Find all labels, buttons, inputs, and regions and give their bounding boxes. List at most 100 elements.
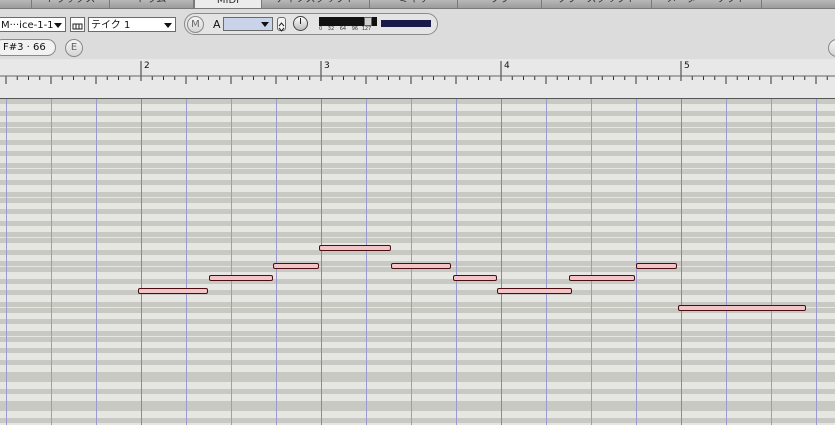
e-button[interactable]: E [65, 39, 83, 57]
keyboard-icon-button[interactable] [70, 17, 85, 32]
bar-line [681, 99, 682, 425]
tab-meter[interactable]: メーター・ソフト [652, 0, 762, 8]
pitch-row [0, 232, 835, 237]
stepper-arrows-icon [278, 22, 285, 32]
bar-line [141, 99, 142, 425]
note-readout: F#3 · 66 [0, 39, 56, 56]
value-stepper[interactable] [277, 17, 286, 32]
meter-scale: 0 32 64 96 127 [319, 26, 383, 33]
beat-line [636, 99, 637, 425]
midi-note[interactable] [273, 263, 319, 269]
pitch-row [0, 319, 835, 324]
pitch-row [0, 360, 835, 365]
tab-script[interactable]: ナイツスクリプト [262, 0, 370, 8]
midi-note[interactable] [138, 288, 208, 294]
tab-left-edge[interactable] [0, 0, 32, 8]
pitch-row [0, 331, 835, 336]
timeline-ruler[interactable]: 2 3 4 5 [0, 59, 835, 99]
velocity-slider-thumb[interactable] [364, 17, 372, 26]
pitch-row [0, 151, 835, 156]
beat-line [231, 99, 232, 425]
knob-indicator [300, 18, 301, 24]
pitch-row [0, 290, 835, 295]
midi-note[interactable] [678, 305, 806, 311]
beat-line [456, 99, 457, 425]
velocity-meter [319, 17, 377, 26]
pitch-row [0, 279, 835, 284]
keyboard-icon [72, 23, 83, 30]
pitch-row [0, 163, 835, 168]
velocity-level-bar [381, 20, 431, 27]
bar-number-2: 2 [144, 61, 150, 71]
tab-mixer[interactable]: ミキサ [370, 0, 458, 8]
tab-tracks[interactable]: トラックス [32, 0, 110, 8]
pitch-row [0, 192, 835, 197]
tab-bar: トラックス ドラム MIDI ナイツスクリプト ミキサ ワウ ワウ・スクリプト … [0, 0, 835, 9]
pitch-row [0, 250, 835, 255]
scale-0: 0 [319, 26, 323, 32]
pitch-row [0, 209, 835, 214]
pitch-row [0, 111, 835, 116]
pitch-row [0, 221, 835, 226]
chevron-down-icon [54, 23, 62, 28]
bar-number-4: 4 [504, 61, 510, 71]
midi-toolbar: M···ice-1-1 テイク 1 M A 0 32 64 96 127 [0, 9, 835, 37]
beat-line [726, 99, 727, 425]
scale-64: 64 [339, 26, 347, 32]
m-button[interactable]: M [187, 16, 204, 33]
beat-line [411, 99, 412, 425]
pitch-row [0, 169, 835, 174]
right-edge-button[interactable] [828, 39, 835, 57]
tab-wave[interactable]: ワウ [458, 0, 542, 8]
midi-note[interactable] [319, 245, 391, 251]
chevron-down-icon [261, 22, 269, 27]
scale-96: 96 [351, 26, 359, 32]
take-select[interactable]: テイク 1 [88, 17, 176, 32]
beat-line [771, 99, 772, 425]
pitch-row [0, 406, 835, 411]
pitch-row [0, 198, 835, 203]
pitch-row [0, 128, 835, 133]
beat-line [186, 99, 187, 425]
pitch-row [0, 337, 835, 342]
a-label: A [213, 18, 221, 31]
pitch-row [0, 348, 835, 353]
midi-note[interactable] [391, 263, 451, 269]
pitch-row [0, 99, 835, 104]
bar-line [501, 99, 502, 425]
midi-note[interactable] [453, 275, 497, 281]
midi-note[interactable] [497, 288, 572, 294]
beat-line [546, 99, 547, 425]
bar-line [321, 99, 322, 425]
velocity-panel: M A 0 32 64 96 127 [184, 13, 438, 35]
beat-line [6, 99, 7, 425]
ruler-ticks [0, 61, 835, 84]
track-select-value: M···ice-1-1 [1, 20, 54, 31]
tab-wave-script[interactable]: ワウ・スクリプト [542, 0, 652, 8]
piano-roll-grid[interactable] [0, 99, 835, 425]
scale-127: 127 [361, 26, 372, 32]
tab-midi[interactable]: MIDI [194, 0, 262, 8]
pitch-row [0, 122, 835, 127]
tab-drums[interactable]: ドラム [110, 0, 194, 8]
beat-line [591, 99, 592, 425]
note-info-bar: F#3 · 66 E [0, 37, 835, 59]
beat-line [366, 99, 367, 425]
midi-note[interactable] [636, 263, 677, 269]
pitch-row [0, 180, 835, 185]
a-select[interactable] [223, 17, 273, 31]
pitch-row [0, 418, 835, 423]
pitch-row [0, 238, 835, 243]
velocity-knob[interactable] [293, 16, 308, 31]
midi-note[interactable] [569, 275, 635, 281]
scale-32: 32 [327, 26, 335, 32]
bar-number-5: 5 [684, 61, 690, 71]
midi-note[interactable] [209, 275, 273, 281]
pitch-row [0, 389, 835, 394]
beat-line [96, 99, 97, 425]
pitch-row [0, 140, 835, 145]
bar-number-3: 3 [324, 61, 330, 71]
beat-line [276, 99, 277, 425]
beat-line [51, 99, 52, 425]
track-select[interactable]: M···ice-1-1 [0, 17, 66, 32]
